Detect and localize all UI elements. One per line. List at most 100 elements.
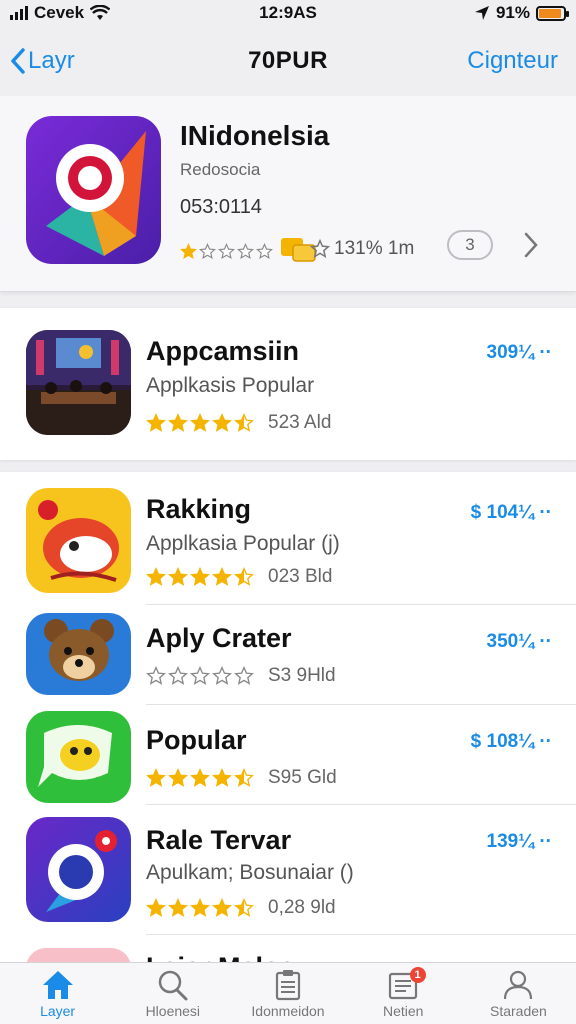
- back-button[interactable]: Layr: [10, 47, 75, 75]
- star-icon: [168, 666, 188, 685]
- tab-label: Staraden: [490, 1003, 547, 1019]
- tab-clipboard[interactable]: Idonmeidon: [230, 963, 345, 1024]
- star-icon: [234, 898, 254, 917]
- status-bar: Cevek 12:9AS 91%: [0, 0, 576, 26]
- app-name: Rale Tervar: [146, 825, 292, 855]
- rating-count: S3 9Hld: [268, 665, 336, 686]
- price-button[interactable]: $ 104¼ ··: [471, 502, 552, 524]
- star-icon: [190, 666, 210, 685]
- price-button[interactable]: 309¼ ··: [487, 342, 552, 364]
- star-icon: [199, 242, 216, 259]
- star-rating: [146, 666, 254, 686]
- star-icon: [190, 768, 210, 787]
- app-name: Appcamsiin: [146, 336, 300, 366]
- app-row[interactable]: Rakking Applkasia Popular (j) 023 Bld $ …: [0, 472, 576, 605]
- bear-mascot-icon: [26, 613, 131, 695]
- battery-level: [539, 8, 561, 18]
- star-icon: [212, 567, 232, 586]
- app-rating: 023 Bld: [146, 566, 332, 588]
- featured-rating: [180, 236, 319, 266]
- app-rating: S3 9Hld: [146, 665, 336, 687]
- price-button[interactable]: $ 108¼ ··: [471, 731, 552, 753]
- app-card: Appcamsiin Applkasis Popular 523 Ald 309…: [0, 308, 576, 460]
- rating-count: 023 Bld: [268, 566, 333, 587]
- app-rating: S95 Gld: [146, 767, 337, 789]
- wifi-icon: [90, 5, 111, 20]
- app-row[interactable]: Rale Tervar Apulkam; Bosunaiar () 0,28 9…: [0, 805, 576, 935]
- tab-profile[interactable]: Staraden: [461, 963, 576, 1024]
- star-icon: [234, 666, 254, 685]
- star-icon: [168, 413, 188, 432]
- star-icon: [146, 898, 166, 917]
- tab-label: Idonmeidon: [251, 1003, 325, 1019]
- star-icon: [234, 768, 254, 787]
- clipboard-icon: [275, 970, 301, 1001]
- battery-icon: [536, 5, 569, 21]
- star-icon: [212, 898, 232, 917]
- app-name: Popular: [146, 725, 247, 755]
- star-icon: [146, 567, 166, 586]
- star-icon: [190, 413, 210, 432]
- carrier-name: Cevek: [34, 3, 85, 22]
- featured-stats-text: 131% 1m: [334, 238, 415, 259]
- nav-action-button[interactable]: Cignteur: [467, 47, 558, 75]
- tab-search[interactable]: Hloenesi: [115, 963, 230, 1024]
- star-icon: [146, 413, 166, 432]
- price-button[interactable]: 350¼ ··: [487, 631, 552, 653]
- app-subtitle: Apulkam; Bosunaiar (): [146, 861, 354, 884]
- star-icon: [212, 413, 232, 432]
- person-icon: [504, 970, 533, 1000]
- search-icon: [158, 970, 188, 1001]
- price-button[interactable]: 139¼ ··: [487, 831, 552, 853]
- tab-label: Layer: [40, 1003, 76, 1019]
- movie-theater-icon: [26, 330, 131, 435]
- partial-app-icon: [26, 948, 131, 962]
- star-icon: [218, 242, 235, 259]
- back-label: Layr: [28, 47, 75, 74]
- fox-mascot-icon: [26, 488, 131, 593]
- star-icon: [190, 567, 210, 586]
- star-rating: [146, 567, 254, 587]
- app-row-partial[interactable]: Laiar Mcloe: [0, 942, 576, 962]
- app-row[interactable]: Aply Crater S3 9Hld 350¼ ··: [0, 605, 576, 705]
- camera-lens-icon: [26, 817, 131, 922]
- star-rating: [180, 242, 273, 260]
- featured-app-date: 053:0114: [180, 196, 262, 218]
- star-icon: [168, 567, 188, 586]
- star-outline-icon: [310, 239, 330, 259]
- rating-count: 523 Ald: [268, 412, 332, 433]
- tab-news[interactable]: 1 Netien: [346, 963, 461, 1024]
- featured-app-icon: [26, 116, 161, 264]
- app-name: Rakking: [146, 494, 252, 524]
- star-icon: [168, 768, 188, 787]
- app-rating: 0,28 9ld: [146, 897, 336, 919]
- star-icon: [168, 898, 188, 917]
- navigation-bar: Layr 70PUR Cignteur: [0, 36, 576, 86]
- star-rating: [146, 898, 254, 918]
- rating-count: 0,28 9ld: [268, 897, 336, 918]
- rating-count: S95 Gld: [268, 767, 337, 788]
- star-icon: [146, 666, 166, 685]
- signal-icon: [10, 6, 28, 20]
- star-icon: [212, 666, 232, 685]
- app-row[interactable]: Appcamsiin Applkasis Popular 523 Ald 309…: [0, 308, 576, 460]
- tab-label: Netien: [382, 1003, 424, 1019]
- app-name: Laiar Mcloe: [146, 952, 295, 962]
- featured-app-subtitle: Redosocia: [180, 160, 261, 179]
- star-icon: [190, 898, 210, 917]
- star-icon: [180, 242, 197, 259]
- app-subtitle: Applkasia Popular (j): [146, 532, 340, 555]
- app-name: Aply Crater: [146, 623, 292, 653]
- battery-percent: 91%: [495, 3, 530, 22]
- chevron-right-icon[interactable]: [524, 232, 538, 258]
- tab-layer[interactable]: Layer: [0, 963, 115, 1024]
- home-icon: [42, 971, 73, 999]
- featured-app[interactable]: INidonelsia Redosocia 053:0114 131% 1m 3: [0, 96, 576, 292]
- star-rating: [146, 768, 254, 788]
- tab-label: Hloenesi: [145, 1003, 201, 1019]
- get-button[interactable]: 3: [447, 230, 493, 260]
- app-row[interactable]: Popular S95 Gld $ 108¼ ··: [0, 705, 576, 805]
- star-icon: [237, 242, 254, 259]
- featured-app-name: INidonelsia: [180, 120, 330, 151]
- star-icon: [256, 242, 273, 259]
